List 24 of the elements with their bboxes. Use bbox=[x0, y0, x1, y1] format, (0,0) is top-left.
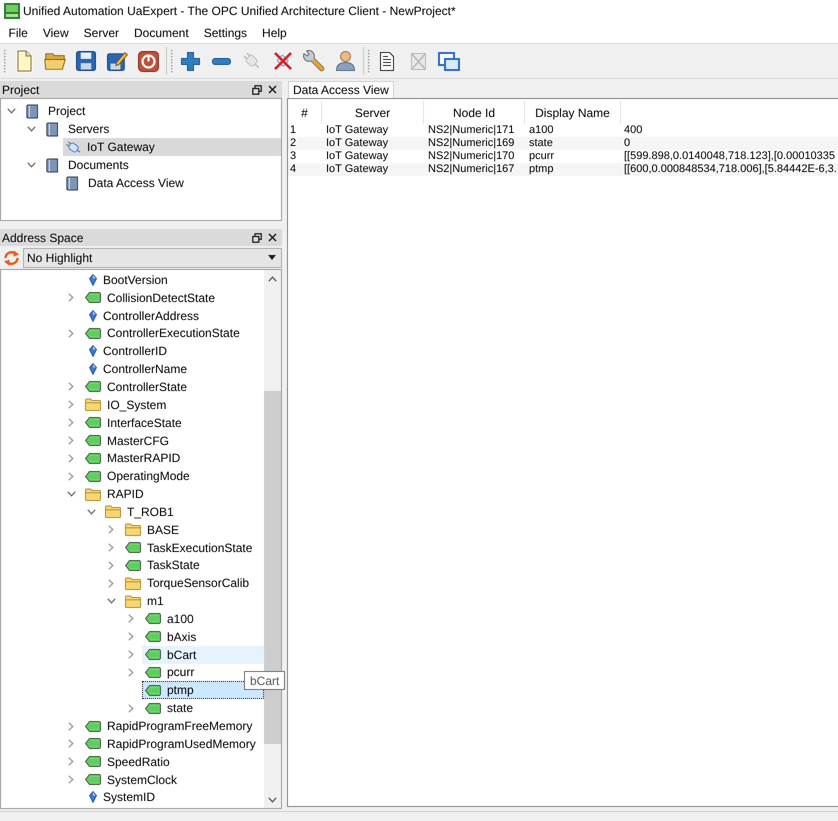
table-cell-text: NS2|Numeric|167 bbox=[427, 163, 516, 176]
table-cell-text: IoT Gateway bbox=[325, 150, 390, 163]
table-cell-text: IoT Gateway bbox=[325, 163, 390, 176]
table-cell-text: 3 bbox=[289, 150, 298, 163]
table-cell-text: [[600,0.000848534,718.006],[5.84442E-6,3. bbox=[623, 163, 838, 176]
table-cell-text: NS2|Numeric|169 bbox=[427, 137, 516, 150]
table-cell-text: 4 bbox=[289, 163, 298, 176]
table-cell-text: NS2|Numeric|170 bbox=[427, 150, 516, 163]
panel-title: Project bbox=[2, 82, 40, 98]
table-cell-text: 2 bbox=[289, 137, 298, 150]
table-cell-text: a100 bbox=[528, 124, 554, 137]
table-cell-text: IoT Gateway bbox=[325, 124, 390, 137]
panel-title: Address Space bbox=[2, 230, 84, 246]
table-cell-text: NS2|Numeric|171 bbox=[427, 124, 516, 137]
table-cell-text: IoT Gateway bbox=[325, 137, 390, 150]
table-cell-text: 400 bbox=[623, 124, 644, 137]
window-title: Unified Automation UaExpert - The OPC Unified Architecture Client - NewProject* bbox=[23, 3, 456, 20]
table-cell-text: pcurr bbox=[528, 150, 556, 163]
table-cell-text: 0 bbox=[623, 137, 632, 150]
table-cell-text: 1 bbox=[289, 124, 298, 137]
table-cell-text: state bbox=[528, 137, 554, 150]
table-cell-text: ptmp bbox=[528, 163, 554, 176]
table-cell-text: [[599.898,0.0140048,718.123],[0.00010335 bbox=[623, 150, 836, 163]
tooltip: bCart bbox=[244, 671, 286, 690]
